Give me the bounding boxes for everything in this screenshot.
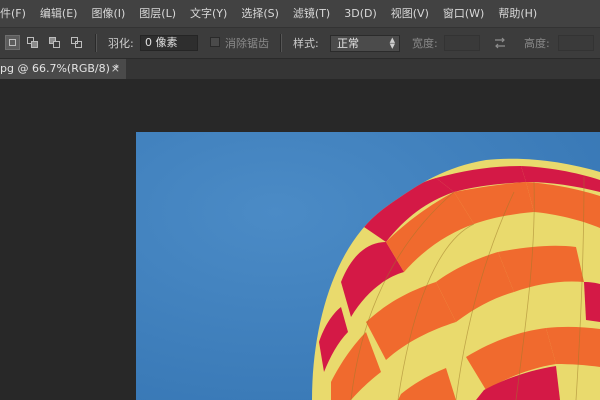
select-arrows-icon: ▲ ▼ [389,36,395,50]
document-tab-strip: pg @ 66.7%(RGB/8) * × [0,59,600,79]
intersect-selection-icon[interactable] [70,36,83,49]
menu-select[interactable]: 选择(S) [234,0,286,27]
close-icon[interactable]: × [111,59,120,79]
feather-input[interactable]: 0 像素 [140,35,198,51]
style-select[interactable]: 正常 ▲ ▼ [330,35,400,52]
antialias-label: 消除锯齿 [225,37,269,50]
menu-file[interactable]: 件(F) [0,0,33,27]
options-divider [280,34,282,52]
feather-label: 羽化: [108,37,134,50]
menu-type[interactable]: 文字(Y) [183,0,234,27]
style-select-value: 正常 [337,37,359,50]
height-label: 高度: [524,37,550,50]
width-label: 宽度: [412,37,438,50]
options-divider [95,34,97,52]
menu-image[interactable]: 图像(I) [84,0,132,27]
menu-view[interactable]: 视图(V) [384,0,436,27]
style-label: 样式: [293,37,319,50]
add-to-selection-icon[interactable] [26,36,39,49]
menu-edit[interactable]: 编辑(E) [33,0,85,27]
menu-3d[interactable]: 3D(D) [337,0,384,27]
document-tab[interactable]: pg @ 66.7%(RGB/8) * × [0,59,126,79]
antialias-checkbox[interactable] [210,37,220,47]
options-bar: 羽化: 0 像素 消除锯齿 样式: 正常 ▲ ▼ 宽度: 高度: [0,28,600,59]
menu-help[interactable]: 帮助(H) [491,0,544,27]
height-input[interactable] [558,35,594,51]
canvas-area[interactable] [0,79,600,400]
photoshop-window: 件(F) 编辑(E) 图像(I) 图层(L) 文字(Y) 选择(S) 滤镜(T)… [0,0,600,400]
document-tab-title: pg @ 66.7%(RGB/8) * [0,62,119,75]
menu-layer[interactable]: 图层(L) [132,0,183,27]
swap-width-height-icon[interactable] [492,35,508,51]
document-image [136,132,600,400]
subtract-from-selection-icon[interactable] [48,36,61,49]
menu-filter[interactable]: 滤镜(T) [286,0,337,27]
menu-bar: 件(F) 编辑(E) 图像(I) 图层(L) 文字(Y) 选择(S) 滤镜(T)… [0,0,600,28]
menu-window[interactable]: 窗口(W) [436,0,491,27]
hot-air-balloon-photo [136,132,600,400]
new-selection-icon[interactable] [5,35,20,50]
width-input[interactable] [444,35,480,51]
